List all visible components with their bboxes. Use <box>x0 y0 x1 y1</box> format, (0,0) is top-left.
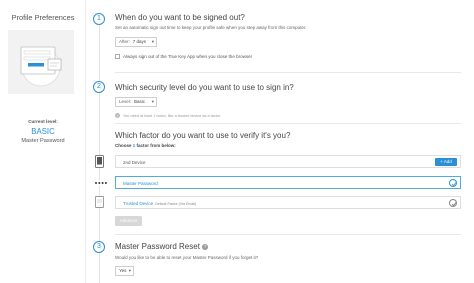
security-level-select[interactable]: Level: Basic ▾ <box>115 97 157 107</box>
signout-select-label: After: <box>119 39 130 44</box>
signout-description: Set an automatic sign out time to keep y… <box>115 25 307 30</box>
factor-instruction: Choose 1 factor from below: <box>115 143 176 148</box>
factor-label-detail: Default Factor (Via Email) <box>155 201 197 206</box>
reset-description: Would you like to be able to reset your … <box>115 255 259 260</box>
section-divider <box>115 72 461 73</box>
sidebar-title: Profile Preferences <box>11 13 75 22</box>
advance-button[interactable]: Advance <box>115 216 142 226</box>
signout-time-select[interactable]: After: 7 days ▾ <box>115 37 157 47</box>
factor-heading: Which factor do you want to use to verif… <box>115 131 291 140</box>
security-select-value: Basic <box>134 99 146 104</box>
add-second-device-button[interactable]: + Add <box>435 157 457 166</box>
profile-illustration-card <box>8 30 74 94</box>
factor-label: 2nd Device <box>123 159 146 165</box>
factor-label-main: Trusted Device <box>123 200 154 206</box>
factor-label: Trusted Device Default Factor (Via Email) <box>123 201 196 206</box>
security-heading: Which security level do you want to use … <box>115 83 294 92</box>
reset-select-value: Yes <box>119 268 127 273</box>
sidebar: Profile Preferences Current level: BASIC… <box>0 0 86 283</box>
factor-second-device[interactable]: 2nd Device + Add <box>115 155 461 168</box>
signout-select-value: 7 days <box>132 39 147 44</box>
chevron-down-icon: ▾ <box>128 268 131 273</box>
step-number-1: 1 <box>93 13 105 25</box>
chevron-down-icon: ▾ <box>151 39 154 44</box>
step-number-3: 3 <box>93 241 105 253</box>
chevron-down-icon: ▾ <box>151 99 154 104</box>
reset-heading: Master Password Reset ? <box>115 242 209 251</box>
security-note: You need at least 1 factor, like a trust… <box>123 113 222 118</box>
factor-instruction-suffix: factor from below: <box>135 143 176 148</box>
signout-heading: When do you want to be signed out? <box>115 13 245 22</box>
info-icon: i <box>115 113 120 118</box>
security-select-label: Level: <box>119 99 132 104</box>
reset-select[interactable]: Yes ▾ <box>115 266 134 276</box>
current-level-value: BASIC <box>31 127 55 136</box>
reset-heading-text: Master Password Reset <box>115 242 200 251</box>
section-divider <box>115 123 461 124</box>
check-circle-icon <box>449 179 457 187</box>
signout-on-close-label: Always sign out of the True Key App when… <box>123 54 253 59</box>
phone-icon <box>95 155 104 168</box>
laptop-icon <box>95 196 104 208</box>
help-icon[interactable]: ? <box>202 243 209 250</box>
factor-instruction-prefix: Choose <box>115 143 133 148</box>
section-divider <box>115 234 461 235</box>
security-shield-illustration <box>20 46 62 87</box>
preferences-main: 1 When do you want to be signed out? Set… <box>86 0 474 283</box>
check-circle-icon <box>449 199 457 207</box>
signout-on-close-checkbox[interactable] <box>115 54 120 59</box>
factor-trusted-device[interactable]: Trusted Device Default Factor (Via Email) <box>115 196 461 209</box>
current-method: Master Password <box>21 138 65 144</box>
step-number-2: 2 <box>93 81 105 93</box>
factor-label: Master Password <box>123 180 158 186</box>
factor-master-password[interactable]: Master Password <box>115 176 461 189</box>
current-level-label: Current level: <box>28 119 58 124</box>
password-dots-icon <box>94 180 108 186</box>
